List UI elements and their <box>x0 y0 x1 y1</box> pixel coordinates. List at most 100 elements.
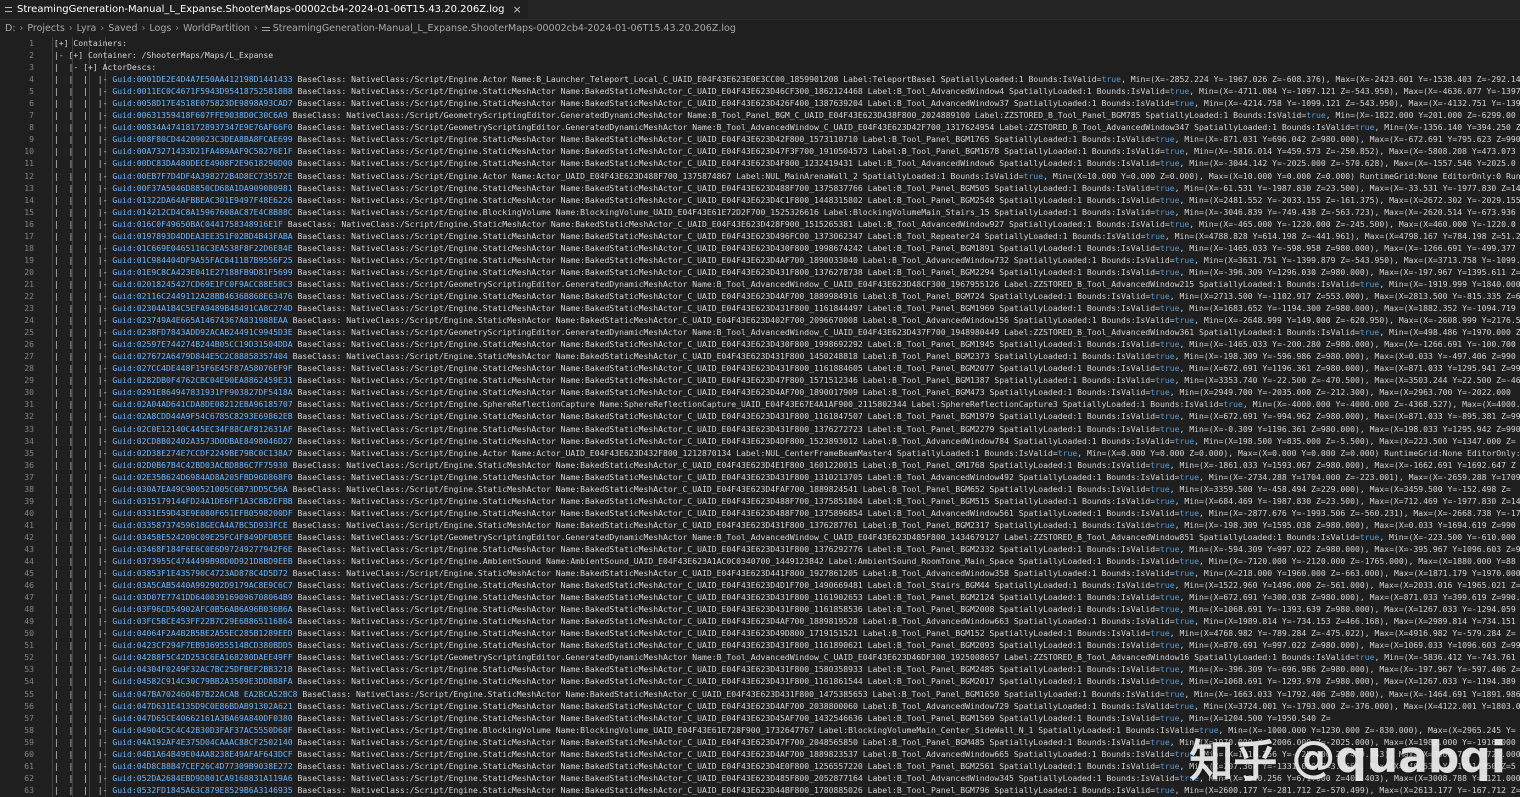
guid-token: Guid:02597E744274B244B05CC19D31504DDA <box>112 339 293 350</box>
boolean-token: true <box>1164 146 1185 157</box>
guid-token: Guid:02D38E274E7CCDF2249BE79BC0C138A7 <box>112 447 293 458</box>
breadcrumb-file[interactable]: StreamingGeneration-Manual_L_Expanse.Sho… <box>273 23 736 34</box>
boolean-token: true <box>1160 266 1180 277</box>
code-line: 13 | | | |- Guid:00F37A5046D8850CD68A1DA… <box>0 182 1520 194</box>
actor-desc-text: BaseClass: NativeClass:/Script/Engine.St… <box>292 568 1520 579</box>
line-number: 16 <box>24 218 34 229</box>
line-number: 3 <box>29 62 34 73</box>
breadcrumb-worldpartition[interactable]: WorldPartition <box>183 23 250 34</box>
line-text: | | | |- Guid:03468F184F6E6C0E6D97249277… <box>49 543 1520 555</box>
breadcrumb-lyra[interactable]: Lyra <box>77 23 97 34</box>
line-text: | | | |- Guid:03F96CD54902AFC0B56AB6A96B… <box>49 604 1516 615</box>
boolean-token: true <box>1150 459 1170 470</box>
guid-token: Guid:01322DA64AFBBEAC301E9497F48E6226 <box>112 194 293 205</box>
actor-desc-text: BaseClass: NativeClass:/Script/Engine.Ac… <box>297 170 1520 181</box>
line-number: 60 <box>24 748 34 759</box>
watermark: 知乎 @quabqi <box>1189 725 1506 789</box>
vertical-scrollbar[interactable] <box>1510 37 1520 797</box>
breadcrumb-projects[interactable]: Projects <box>27 23 64 34</box>
line-text: | | | |- Guid:02A8CDD44A9F54C6785C8293E6… <box>49 411 1520 422</box>
guid-token: Guid:014212CD4C8A15967608AC87E4C8B88C <box>112 206 293 217</box>
guid-token: Guid:02304A1B4C5EFA9489B48491CA8C274D <box>112 303 293 314</box>
close-icon[interactable]: × <box>513 4 522 15</box>
line-number: 23 <box>24 303 34 314</box>
code-line: 29 | | | |- Guid:0282DB0F4762CBC04E90EA8… <box>0 374 1520 386</box>
actor-desc-text: BaseClass: NativeClass:/Script/GeometryS… <box>292 110 1516 121</box>
boolean-token: true <box>1160 363 1180 374</box>
guid-token: Guid:030A7EA49C900521005C6B73DD5C56A <box>112 483 288 494</box>
line-number: 47 <box>24 592 34 603</box>
breadcrumb-saved[interactable]: Saved <box>108 23 137 34</box>
code-line: 17 | | | |- Guid:0197893D4DDEA3EE351F02B… <box>0 230 1520 242</box>
line-number: 8 <box>29 122 34 133</box>
boolean-token: true <box>1179 507 1200 518</box>
line-text: | | | |- Guid:03853F1E435790C4723AD878C4… <box>49 568 1520 579</box>
line-text: | | | |- Guid:03D07E7741DD64003916909670… <box>49 592 1520 603</box>
line-number: 39 <box>24 495 34 506</box>
line-text: | | | |- Guid:030A7EA49C900521005C6B73DD… <box>49 483 1511 494</box>
guid-token: Guid:04064F2A4B2B5BE2A55EC285B1289EED <box>112 628 293 639</box>
actor-desc-text: BaseClass: NativeClass:/Script/Engine.St… <box>297 471 1520 482</box>
boolean-token: true <box>1160 604 1180 615</box>
boolean-token: true <box>1174 315 1195 326</box>
code-line: 57 | | | |- Guid:047D65CE40662161A3BA69A… <box>0 712 1520 724</box>
line-number: 46 <box>24 580 34 591</box>
boolean-token: true <box>1155 134 1175 145</box>
chevron-right-icon: › <box>19 23 24 34</box>
actor-desc-text: BaseClass: NativeClass:/Script/Engine.St… <box>297 375 1520 386</box>
zhihu-logo: 知乎 <box>1189 736 1278 787</box>
code-line: 25 | | | |- Guid:0238FD7843ADD92ACAB2449… <box>0 326 1520 338</box>
breadcrumb-logs[interactable]: Logs <box>149 23 171 34</box>
code-line: 45 | | | |- Guid:03853F1E435790C4723AD87… <box>0 567 1520 579</box>
line-number: 40 <box>24 507 34 518</box>
guid-token: Guid:047D65CE40662161A3BA69A840DF0380 <box>112 712 293 723</box>
line-text: | | | |- Guid:02D38E274E7CCDF2249BE79BC0… <box>49 447 1520 458</box>
line-number: 35 <box>24 447 34 458</box>
line-text: | | | |- Guid:00DC83DA480DECE4908F2E9618… <box>49 158 1516 169</box>
actor-desc-text: BaseClass: NativeClass:/Script/Engine.St… <box>297 182 1520 193</box>
text-editor[interactable]: 1 [+] Containers: 2 |- [+] Container: /Sh… <box>0 37 1520 797</box>
line-text: | | | |- Guid:04582C914C30C79BB2A3509E3D… <box>49 676 1516 687</box>
guid-token: Guid:04B1A64B49E04AA8238E49AFAF643DCF <box>112 748 293 759</box>
boolean-token: true <box>1155 351 1175 362</box>
boolean-token: true <box>1160 423 1180 434</box>
code-line: 52 | | | |- Guid:04288F5C42D253C6EA16828… <box>0 651 1520 663</box>
tab-log-file[interactable]: StreamingGeneration-Manual_L_Expanse.Sho… <box>0 0 528 19</box>
guid-token: Guid:04904C5C4C42B30D3FAF37AC5550D68F <box>112 724 293 735</box>
line-text: | | | |- Guid:00F37A5046D8850CD68A1DA909… <box>49 182 1520 194</box>
boolean-token: true <box>1155 495 1175 506</box>
guid-token: Guid:047D631E4135D9C0E86BDAB91302A621 <box>112 700 293 711</box>
boolean-token: true <box>1160 664 1180 675</box>
boolean-token: true <box>1150 628 1170 639</box>
line-text: | | | |- Guid:0011EC0C4671F5943D95418752… <box>49 85 1520 97</box>
boolean-token: true <box>1179 471 1200 482</box>
actor-desc-text: BaseClass: NativeClass:/Script/Engine.St… <box>297 242 1516 253</box>
code-line: 42 | | | |- Guid:03458E524209C09E25FC4F8… <box>0 531 1520 543</box>
guid-token: Guid:02116C2449112A28BB4636B868E63476 <box>112 290 293 301</box>
boolean-token: true <box>1101 74 1122 85</box>
guid-token: Guid:0423CF294F7EB936955514BCD380BDD5 <box>112 640 293 651</box>
line-text: | | | |- Guid:0423CF294F7EB936955514BCD3… <box>49 640 1520 651</box>
boolean-token: true <box>1155 182 1175 193</box>
actor-desc-text: BaseClass: NativeClass:/Script/Engine.Bl… <box>297 206 1520 217</box>
line-text: | | | |- Guid:047D631E4135D9C0E86BDAB913… <box>49 700 1520 711</box>
breadcrumb-drive[interactable]: D: <box>5 23 16 34</box>
boolean-token: true <box>1150 387 1170 398</box>
boolean-token: true <box>1354 652 1375 663</box>
boolean-token: true <box>1359 327 1380 338</box>
boolean-token: true <box>1169 86 1190 97</box>
chevron-right-icon: › <box>141 23 146 34</box>
boolean-token: true <box>1164 688 1185 699</box>
guid-token: Guid:03358737459618GECA4A7BC5D933FCE <box>112 519 288 530</box>
actor-desc-text: BaseClass: NativeClass:/Script/Engine.St… <box>297 303 1520 314</box>
boolean-token: true <box>1160 592 1180 603</box>
boolean-token: true <box>1160 543 1180 554</box>
guid-token: Guid:0011EC0C4671F5943D954187525818B8 <box>112 86 293 97</box>
actor-desc-text: BaseClass: NativeClass:/Script/Engine.St… <box>297 543 1520 554</box>
guid-token: Guid:027672A6479D844E5C2C88858357404 <box>112 351 288 362</box>
line-text: | | | |- Guid:00834A474181728937347E9E76… <box>49 122 1520 133</box>
boolean-token: true <box>1354 122 1375 133</box>
guid-token: Guid:01C984404DF9A55FAC8411B7B9556F25 <box>112 254 293 265</box>
boolean-token: true <box>1155 519 1175 530</box>
guid-token: Guid:03F96CD54902AFC0B56AB6A96B036B6A <box>112 604 293 615</box>
